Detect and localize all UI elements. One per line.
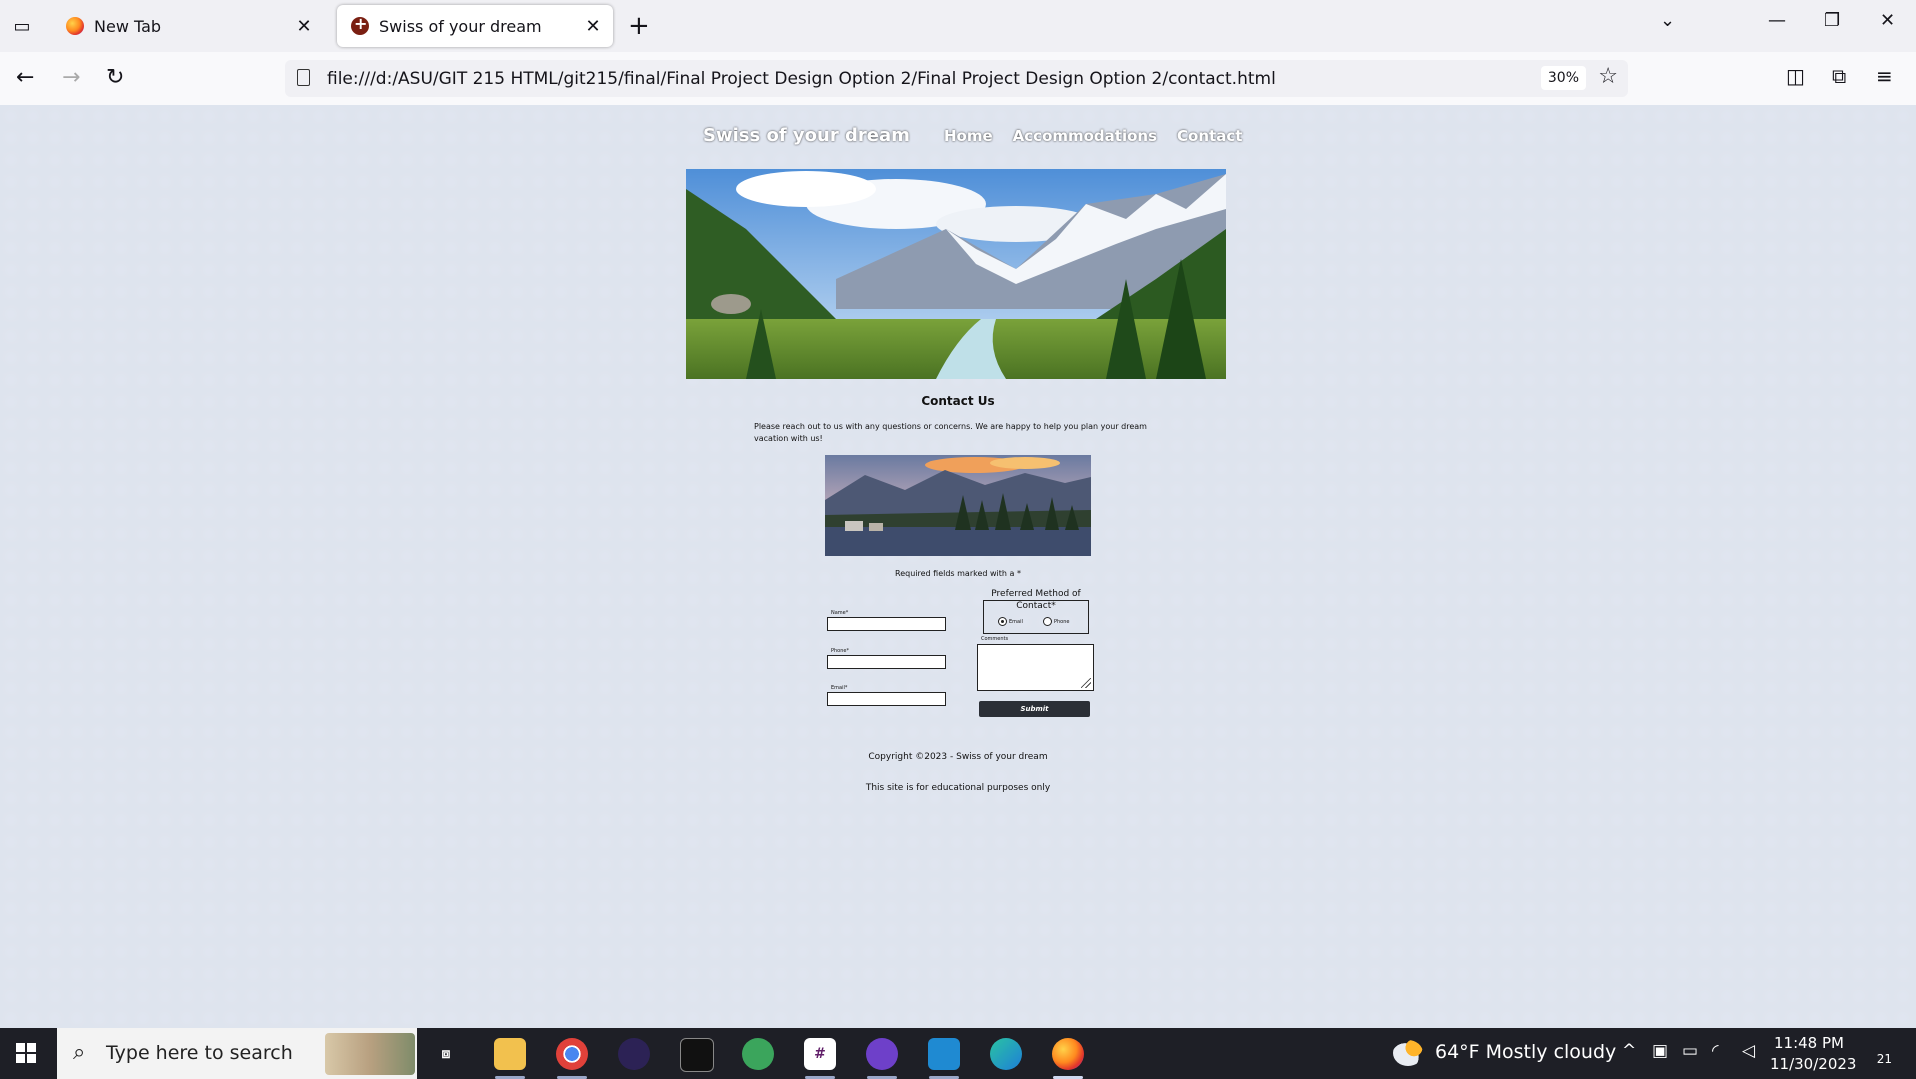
search-highlight-image: [325, 1033, 415, 1075]
hero-mountain-image: [686, 169, 1226, 379]
name-label: Name*: [831, 610, 849, 616]
battery-icon[interactable]: ▭: [1682, 1041, 1698, 1061]
github-desktop-icon[interactable]: [866, 1038, 898, 1070]
clock-time: 11:48 PM: [1774, 1034, 1844, 1052]
plus-icon[interactable]: +: [628, 12, 650, 40]
forward-arrow-icon[interactable]: →: [62, 65, 80, 90]
url-text[interactable]: file:///d:/ASU/GIT 215 HTML/git215/final…: [327, 69, 1276, 89]
lake-sunset-image: [825, 455, 1091, 556]
clock-date: 11/30/2023: [1770, 1055, 1857, 1073]
phone-field[interactable]: [827, 655, 946, 669]
android-studio-icon[interactable]: [742, 1038, 774, 1070]
email-field[interactable]: [827, 692, 946, 706]
close-icon[interactable]: ✕: [1880, 10, 1895, 31]
slack-icon[interactable]: #: [804, 1038, 836, 1070]
terminal-icon[interactable]: [680, 1038, 714, 1072]
site-nav: Home Accommodations Contact: [944, 127, 1242, 145]
radio-email-label: Email: [1009, 619, 1023, 625]
intro-text: Please reach out to us with any question…: [754, 422, 1147, 443]
windows-taskbar: ⌕ Type here to search ⧈ # 64°F Mostly cl…: [0, 1028, 1916, 1079]
puzzle-icon[interactable]: ⧉: [1832, 64, 1846, 88]
notification-count: 21: [1876, 1052, 1892, 1066]
taskbar-clock[interactable]: 11:48 PM 11/30/2023: [1770, 1033, 1857, 1075]
contact-heading: Contact Us: [921, 394, 995, 408]
task-view-icon[interactable]: ⧈: [430, 1038, 462, 1070]
tab-bar: ▭ New Tab ✕ Swiss of your dream ✕ + ⌄ — …: [0, 0, 1916, 52]
page-icon: [297, 69, 310, 86]
close-tab-icon[interactable]: ✕: [290, 16, 318, 37]
vscode-icon[interactable]: [928, 1038, 960, 1070]
taskbar-search-box[interactable]: ⌕ Type here to search: [57, 1028, 417, 1079]
nav-link-contact[interactable]: Contact: [1177, 127, 1242, 145]
wifi-icon[interactable]: ◜: [1712, 1041, 1719, 1061]
star-icon[interactable]: ☆: [1598, 64, 1618, 89]
back-arrow-icon[interactable]: ←: [16, 65, 34, 90]
tab-swiss-of-your-dream[interactable]: Swiss of your dream ✕: [337, 5, 613, 47]
preferred-contact-legend: Preferred Method of Contact*: [991, 589, 1081, 611]
nav-link-accommodations[interactable]: Accommodations: [1013, 127, 1157, 145]
minimize-icon[interactable]: —: [1768, 10, 1786, 31]
reload-icon[interactable]: ↻: [106, 65, 124, 90]
tab-title: Swiss of your dream: [379, 16, 542, 36]
notification-center-icon[interactable]: 21: [1866, 1040, 1892, 1066]
search-placeholder: Type here to search: [106, 1042, 293, 1064]
tab-new-tab[interactable]: New Tab ✕: [52, 5, 324, 47]
radio-email[interactable]: [998, 617, 1007, 626]
nav-link-home[interactable]: Home: [944, 127, 993, 145]
email-label: Email*: [831, 685, 848, 691]
educational-note: This site is for educational purposes on…: [865, 783, 1051, 793]
chrome-icon[interactable]: [556, 1038, 588, 1070]
navigation-toolbar: ← → ↻ file:///d:/ASU/GIT 215 HTML/git215…: [0, 52, 1916, 106]
weather-cloudy-icon[interactable]: [1393, 1040, 1423, 1066]
chevron-up-icon[interactable]: ^: [1622, 1041, 1636, 1061]
chevron-down-icon[interactable]: ⌄: [1660, 10, 1675, 31]
file-explorer-icon[interactable]: [494, 1038, 526, 1070]
tab-list-icon[interactable]: ▭: [8, 12, 36, 40]
windows-start-icon[interactable]: [16, 1043, 36, 1063]
swiss-favicon-icon: [351, 14, 369, 35]
url-bar[interactable]: file:///d:/ASU/GIT 215 HTML/git215/final…: [285, 60, 1628, 97]
comments-label: Comments: [981, 636, 1009, 642]
volume-icon[interactable]: ◁: [1742, 1041, 1755, 1061]
submit-button[interactable]: Submit: [979, 701, 1090, 717]
comments-textarea[interactable]: [977, 644, 1094, 691]
meet-now-icon[interactable]: ▣: [1652, 1041, 1668, 1061]
firefox-icon[interactable]: [1052, 1038, 1084, 1070]
tab-title: New Tab: [94, 16, 162, 36]
hamburger-menu-icon[interactable]: ≡: [1876, 64, 1893, 88]
pocket-icon[interactable]: ◫: [1786, 64, 1805, 88]
radio-phone[interactable]: [1043, 617, 1052, 626]
page-viewport: Swiss of your dream Home Accommodations …: [0, 105, 1916, 1028]
search-icon: ⌕: [73, 1040, 86, 1065]
required-note: Required fields marked with a *: [895, 569, 1021, 578]
restore-icon[interactable]: ❐: [1824, 10, 1840, 31]
radio-phone-label: Phone: [1054, 619, 1070, 625]
edge-icon[interactable]: [990, 1038, 1022, 1070]
site-title[interactable]: Swiss of your dream: [703, 125, 910, 146]
copyright-text: Copyright ©2023 - Swiss of your dream: [868, 752, 1048, 762]
zoom-level-badge[interactable]: 30%: [1540, 66, 1586, 90]
weather-text[interactable]: 64°F Mostly cloudy: [1435, 1041, 1616, 1063]
phone-label: Phone*: [831, 648, 849, 654]
name-field[interactable]: [827, 617, 946, 631]
close-tab-icon[interactable]: ✕: [579, 16, 607, 37]
firefox-favicon-icon: [66, 17, 84, 35]
eclipse-icon[interactable]: [618, 1038, 650, 1070]
